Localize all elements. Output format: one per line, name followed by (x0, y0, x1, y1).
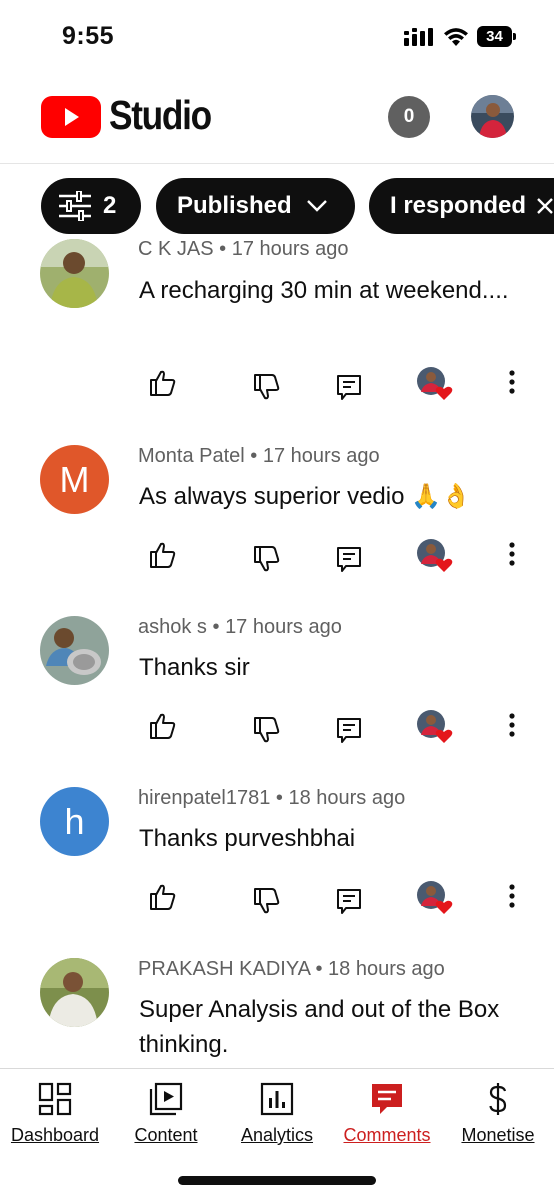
account-avatar[interactable] (471, 95, 514, 138)
youtube-logo-icon[interactable] (41, 96, 101, 138)
profile-photo-icon (40, 958, 109, 1027)
published-filter-chip[interactable]: Published (156, 178, 355, 234)
comment-text: A recharging 30 min at weekend.... (139, 277, 509, 304)
reply-icon[interactable] (334, 715, 364, 745)
more-options-icon[interactable] (500, 368, 524, 398)
comment-author[interactable]: ashok s (138, 616, 207, 638)
home-indicator[interactable] (178, 1176, 376, 1185)
sliders-icon (59, 191, 91, 221)
comment-actions (0, 880, 554, 922)
i-responded-filter-chip[interactable]: I responded (369, 178, 554, 234)
more-options-icon[interactable] (500, 711, 524, 741)
status-time: 9:55 (62, 22, 115, 50)
comment-author[interactable]: Monta Patel (138, 445, 245, 467)
nav-analytics[interactable]: Analytics (222, 1081, 332, 1151)
reply-icon[interactable] (334, 372, 364, 402)
commenter-avatar[interactable] (40, 958, 109, 1027)
creator-heart-icon[interactable] (416, 880, 454, 916)
nav-monetise-label: Monetise (461, 1125, 535, 1145)
content-icon (149, 1082, 183, 1116)
comment-actions (0, 709, 554, 751)
close-icon (537, 198, 553, 214)
comments-icon (372, 1084, 402, 1114)
dislike-icon[interactable] (252, 544, 282, 574)
filter-button[interactable]: 2 (41, 178, 141, 234)
app-title: Studio (109, 92, 212, 138)
comment-time: 18 hours ago (288, 787, 406, 809)
creator-heart-icon[interactable] (416, 366, 454, 402)
comment-meta: hirenpatel1781 • 18 hours ago (138, 787, 406, 809)
comment-author[interactable]: C K JAS (138, 238, 214, 260)
comment-text: Thanks purveshbhai (139, 825, 356, 852)
nav-content[interactable]: Content (111, 1081, 221, 1151)
profile-photo-icon (40, 616, 109, 685)
dislike-icon[interactable] (252, 886, 282, 916)
nav-monetise[interactable]: Monetise (443, 1081, 553, 1151)
analytics-icon (260, 1082, 294, 1116)
reply-icon[interactable] (334, 886, 364, 916)
filter-count: 2 (103, 192, 117, 219)
like-icon[interactable] (148, 540, 178, 570)
nav-analytics-label: Analytics (240, 1125, 314, 1145)
battery-level: 34 (477, 26, 512, 47)
responded-chip-label: I responded (390, 192, 527, 219)
comment-actions (0, 366, 554, 408)
dollar-icon (489, 1083, 507, 1115)
more-options-icon[interactable] (500, 882, 524, 912)
dislike-icon[interactable] (252, 372, 282, 402)
comments-list[interactable]: C K JAS • 17 hours ago A recharging 30 m… (0, 234, 554, 1068)
cellular-signal-icon (404, 28, 433, 46)
nav-comments[interactable]: Comments (332, 1081, 442, 1151)
comment-author[interactable]: hirenpatel1781 (138, 787, 270, 809)
wifi-icon (444, 28, 468, 46)
dashboard-icon (38, 1082, 72, 1116)
notifications-button[interactable]: 0 (388, 96, 430, 138)
creator-heart-icon[interactable] (416, 709, 454, 745)
commenter-avatar[interactable]: h (40, 787, 109, 856)
comment-time: 17 hours ago (262, 445, 380, 467)
more-options-icon[interactable] (500, 540, 524, 570)
comment-text: Thanks sir (139, 654, 250, 681)
comment-text: Super Analysis and out of the Box thinki… (139, 996, 500, 1058)
comment-time: 18 hours ago (328, 958, 445, 980)
comment-text: As always superior vedio 🙏👌 (139, 483, 471, 510)
comment-time: 17 hours ago (231, 238, 349, 260)
chevron-down-icon (306, 200, 327, 212)
nav-comments-label: Comments (343, 1125, 431, 1145)
app-header: Studio 0 (0, 72, 554, 164)
creator-heart-icon[interactable] (416, 538, 454, 574)
commenter-avatar[interactable] (40, 239, 109, 308)
comment-meta: ashok s • 17 hours ago (138, 616, 342, 638)
comment-meta: PRAKASH KADIYA • 18 hours ago (138, 958, 445, 980)
comment-meta: C K JAS • 17 hours ago (138, 238, 349, 260)
nav-dashboard-label: Dashboard (10, 1125, 100, 1145)
profile-photo-icon (40, 239, 109, 308)
reply-icon[interactable] (334, 544, 364, 574)
nav-content-label: Content (134, 1125, 198, 1145)
dislike-icon[interactable] (252, 715, 282, 745)
published-chip-label: Published (177, 192, 292, 219)
profile-photo-icon (471, 95, 514, 138)
like-icon[interactable] (148, 711, 178, 741)
filter-chips: 2 Published I responded (0, 178, 554, 234)
like-icon[interactable] (148, 368, 178, 398)
comment-author[interactable]: PRAKASH KADIYA (138, 958, 310, 980)
commenter-avatar[interactable] (40, 616, 109, 685)
nav-dashboard[interactable]: Dashboard (0, 1081, 110, 1151)
like-icon[interactable] (148, 882, 178, 912)
comment-actions (0, 538, 554, 580)
status-bar: 9:55 34 (0, 0, 554, 72)
comment-time: 17 hours ago (225, 616, 342, 638)
battery-icon: 34 (477, 26, 517, 47)
comment-meta: Monta Patel • 17 hours ago (138, 445, 380, 467)
commenter-avatar[interactable]: M (40, 445, 109, 514)
